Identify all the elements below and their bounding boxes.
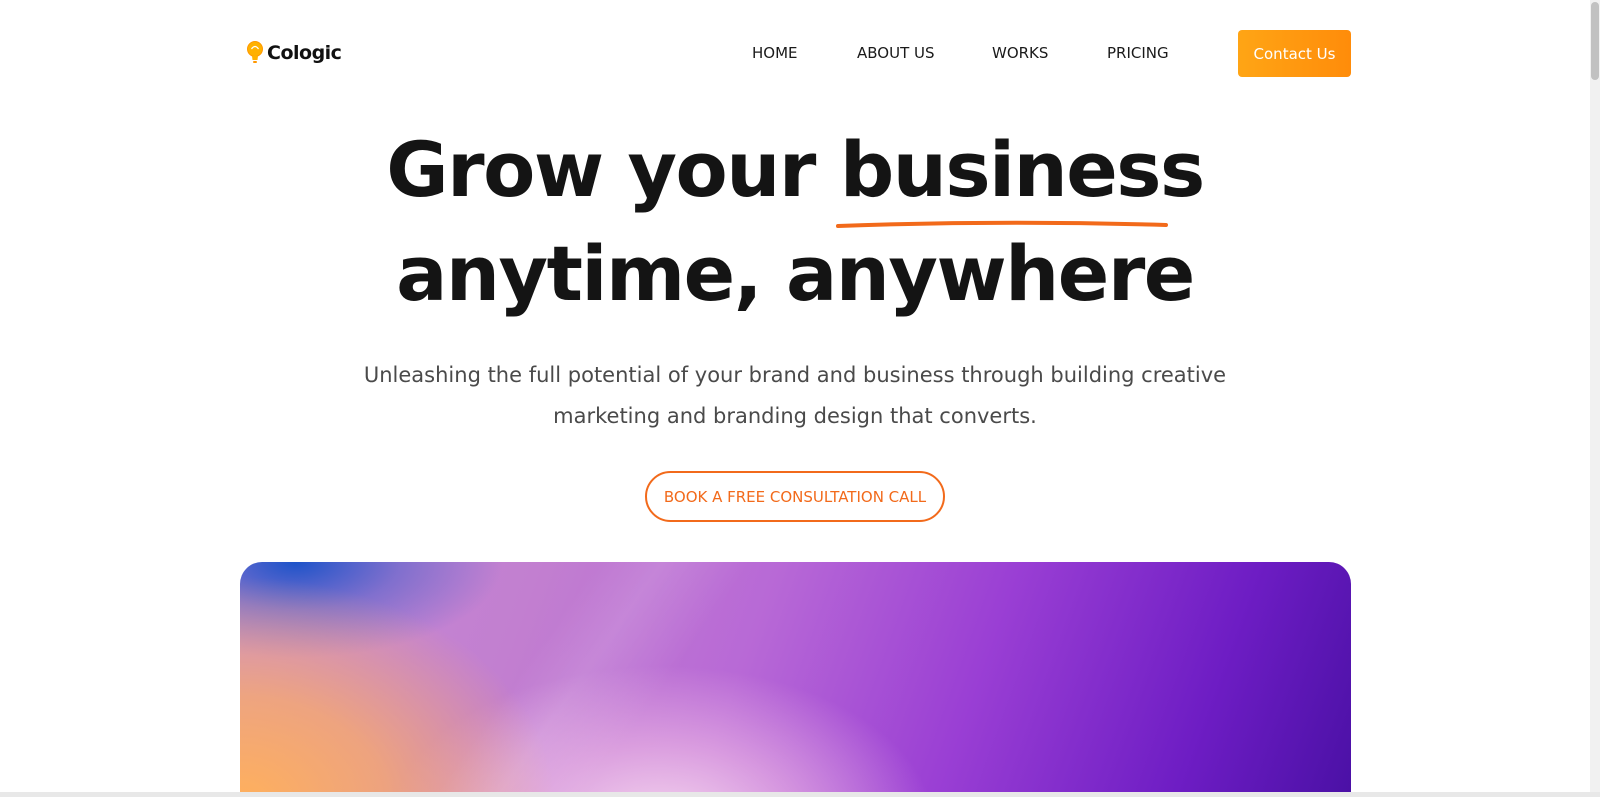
hero-title: Grow your business anytime, anywhere: [0, 118, 1590, 326]
brand-name: Cologic: [267, 42, 342, 64]
hero-title-line-1: Grow your business: [0, 118, 1590, 228]
hero-title-line-2: anytime, anywhere: [396, 229, 1195, 318]
nav-works[interactable]: WORKS: [992, 44, 1048, 62]
contact-us-button[interactable]: Contact Us: [1238, 30, 1351, 77]
nav-about-us[interactable]: ABOUT US: [857, 44, 935, 62]
hero-title-highlight-text: business: [839, 125, 1205, 214]
hero-subtitle-line-1: Unleashing the full potential of your br…: [363, 363, 1227, 387]
page-scrollbar[interactable]: [1590, 0, 1600, 797]
hero-subtitle: Unleashing the full potential of your br…: [0, 355, 1590, 437]
book-consultation-button[interactable]: BOOK A FREE CONSULTATION CALL: [645, 471, 945, 522]
landing-page: Cologic HOME ABOUT US WORKS PRICING Cont…: [0, 0, 1600, 797]
scrollbar-thumb[interactable]: [1591, 2, 1599, 80]
nav-pricing[interactable]: PRICING: [1107, 44, 1169, 62]
hero-title-highlight: business: [835, 118, 1205, 228]
hero-gradient-banner: [240, 562, 1351, 797]
lightbulb-icon: [247, 41, 263, 63]
brand-logo[interactable]: Cologic: [246, 40, 342, 66]
highlight-underline: [835, 220, 1168, 228]
site-header: Cologic HOME ABOUT US WORKS PRICING Cont…: [240, 30, 1351, 77]
banner-shine: [240, 562, 1351, 797]
hero-title-part1: Grow your: [386, 125, 840, 214]
bottom-edge: [0, 792, 1600, 797]
nav-home[interactable]: HOME: [752, 44, 798, 62]
hero-subtitle-line-2: marketing and branding design that conve…: [553, 404, 1037, 428]
